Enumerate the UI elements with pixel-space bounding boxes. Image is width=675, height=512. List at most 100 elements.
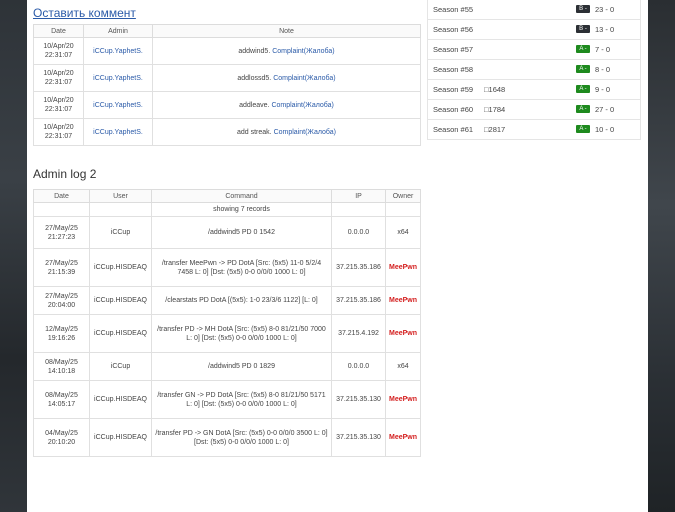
comment-row: 10/Apr/20 22:31:07 iCCup.YaphetS. addleave.… [33,91,421,119]
comment-date-cell: 10/Apr/20 22:31:07 [33,91,84,119]
season-score: 27 - 0 [595,105,615,114]
comment-note-cell: addleave. Complaint(Жалоба) [152,91,421,119]
season-score: 8 - 0 [595,65,611,74]
comment-time: 22:31:07 [44,52,73,59]
season-rank-badge: A - [576,125,590,133]
comments-table: Date Admin Note 10/Apr/20 22:31:07 iCCup.Y… [33,24,421,146]
season-rank-badge: A - [576,105,590,113]
comment-date-cell: 10/Apr/20 22:31:07 [33,64,84,92]
comments-header-date: Date [33,24,84,38]
log-command: /transfer GN -> PD DotA [Src: (5x5) 8-0 … [151,380,332,419]
log-user: iCCup.HISDEAQ [89,314,152,353]
admin-log-row: 04/May/25 20:10:20 iCCup.HISDEAQ/transfer … [33,418,421,457]
log-owner[interactable]: MeePwn [385,286,421,315]
log-header-command: Command [151,189,332,203]
complaint-link[interactable]: Complaint(Жалоба) [274,129,336,136]
log-owner: x64 [385,216,421,249]
records-count-spacer [89,202,152,217]
log-time: 14:05:17 [47,400,76,408]
comment-row: 10/Apr/20 22:31:07 iCCup.YaphetS. addlossd5… [33,64,421,92]
log-command: /clearstats PD DotA [(5x5): 1-0 23/3/6 1… [151,286,332,315]
log-date: 04/May/25 [45,429,78,437]
season-name: Season #61 [433,125,474,134]
log-owner[interactable]: MeePwn [385,418,421,457]
season-row: Season #56 B - 13 - 0 [428,19,640,39]
seasons-panel: Season #55 B -23 - 0 Season #56 B -13 - 0 Se… [427,0,641,140]
comment-row: 10/Apr/20 22:31:07 iCCup.YaphetS. addwind5.… [33,37,421,65]
comment-admin[interactable]: iCCup.YaphetS. [83,91,153,119]
log-date-cell: 27/May/25 20:04:00 [33,286,90,315]
admin-log-row: 27/May/25 20:04:00 iCCup.HISDEAQ/clearstat… [33,286,421,315]
log-ip: 37.215.35.130 [331,380,386,419]
log-user: iCCup.HISDEAQ [89,248,152,287]
season-row: Season #59 □1648 A - 9 - 0 [428,79,640,99]
comment-row: 10/Apr/20 22:31:07 iCCup.YaphetS. add strea… [33,118,421,146]
log-ip: 0.0.0.0 [331,216,386,249]
comment-note: addlossd5. [237,74,272,82]
log-ip: 37.215.35.130 [331,418,386,457]
log-ip: 37.215.35.186 [331,248,386,287]
season-row: Season #60 □1784 A - 27 - 0 [428,99,640,119]
comment-admin[interactable]: iCCup.YaphetS. [83,37,153,65]
season-name: Season #56 [433,25,474,34]
admin-log-header-row: Date User Command IP Owner [33,189,421,203]
comment-note: addleave. [239,101,270,109]
comment-note: addwind5. [238,47,271,55]
comment-time: 22:31:07 [44,133,73,140]
log-date: 12/May/25 [45,325,78,333]
log-date-cell: 27/May/25 21:27:23 [33,216,90,249]
admin-log-table: Date User Command IP Owner showing 7 rec… [33,189,421,457]
season-rating: □1784 [484,105,506,114]
log-user: iCCup.HISDEAQ [89,418,152,457]
complaint-link[interactable]: Complaint(Жалоба) [272,48,334,55]
log-user: iCCup.HISDEAQ [89,380,152,419]
season-rank-badge: B - [576,5,590,13]
season-row: Season #55 B - 23 - 0 [428,0,640,19]
records-count: showing 7 records [151,202,332,217]
season-rank-badge: A - [576,85,590,93]
comment-admin[interactable]: iCCup.YaphetS. [83,118,153,146]
comment-time: 22:31:07 [44,79,73,86]
season-name: Season #59 [433,85,474,94]
leave-comment-link[interactable]: Оставить коммент [33,6,136,20]
log-date-cell: 12/May/25 19:16:26 [33,314,90,353]
log-header-user: User [89,189,152,203]
records-count-row: showing 7 records [33,202,421,217]
complaint-link[interactable]: Complaint(Жалоба) [271,102,333,109]
comment-admin[interactable]: iCCup.YaphetS. [83,64,153,92]
log-date: 08/May/25 [45,391,78,399]
log-date-cell: 27/May/25 21:15:39 [33,248,90,287]
log-time: 20:10:20 [47,438,76,446]
log-ip: 0.0.0.0 [331,352,386,381]
log-header-ip: IP [331,189,386,203]
admin-log-row: 08/May/25 14:10:18 iCCup/addwind5 PD 0 182… [33,352,421,381]
log-owner[interactable]: MeePwn [385,248,421,287]
log-owner: x64 [385,352,421,381]
records-count-spacer [385,202,421,217]
season-row: Season #57 A - 7 - 0 [428,39,640,59]
comment-time: 22:31:07 [44,106,73,113]
complaint-link[interactable]: Complaint(Жалоба) [273,75,335,82]
log-owner[interactable]: MeePwn [385,314,421,353]
season-score: 23 - 0 [595,5,615,14]
season-score: 13 - 0 [595,25,615,34]
log-command: /transfer PD -> MH DotA [Src: (5x5) 8-0 … [151,314,332,353]
records-count-spacer [331,202,386,217]
log-time: 20:04:00 [47,301,76,309]
season-name: Season #55 [433,5,474,14]
log-time: 14:10:18 [47,367,76,375]
log-command: /transfer MeePwn -> PD DotA [Src: (5x5) … [151,248,332,287]
log-command: /transfer PD -> GN DotA [Src: (5x5) 0-0 … [151,418,332,457]
log-time: 19:16:26 [47,334,76,342]
log-owner[interactable]: MeePwn [385,380,421,419]
log-header-date: Date [33,189,90,203]
log-header-owner: Owner [385,189,421,203]
comment-date: 10/Apr/20 [43,124,74,131]
log-date: 27/May/25 [45,259,78,267]
profile-page: Оставить коммент Date Admin Note 10/Apr/… [27,0,648,512]
admin-log-row: 27/May/25 21:15:39 iCCup.HISDEAQ/transfer … [33,248,421,287]
admin-log-row: 27/May/25 21:27:23 iCCup/addwind5 PD 0 154… [33,216,421,249]
log-date: 27/May/25 [45,292,78,300]
log-user: iCCup [89,352,152,381]
background-art-right [648,0,675,512]
